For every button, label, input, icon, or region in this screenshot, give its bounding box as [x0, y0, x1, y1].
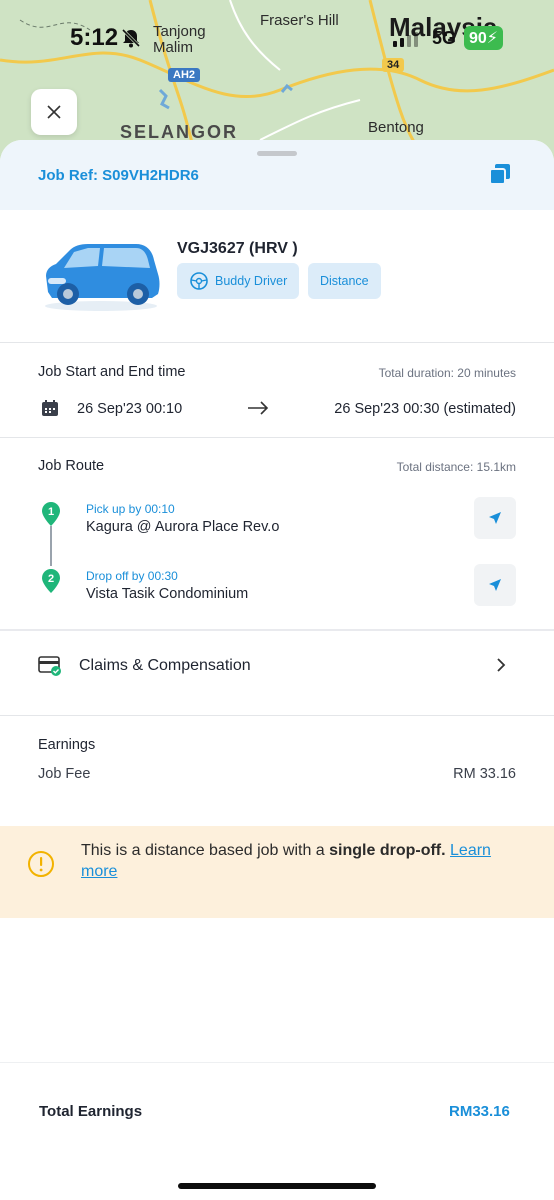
pickup-navigate-button[interactable] [474, 497, 516, 539]
car-icon [40, 240, 162, 317]
map-label-tanjong-malim: Tanjong Malim [153, 23, 206, 56]
calendar-icon [41, 399, 59, 422]
battery-indicator: 90⚡ [464, 26, 504, 50]
steering-wheel-icon [190, 272, 208, 290]
arrow-right-icon [247, 401, 269, 420]
total-earnings-footer: Total Earnings RM33.16 [0, 1062, 554, 1200]
chip-buddy-driver: Buddy Driver [177, 263, 300, 299]
charging-icon: ⚡ [486, 30, 499, 47]
total-earnings-label: Total Earnings [39, 1103, 143, 1120]
bell-muted-icon [121, 28, 141, 53]
job-fee-label: Job Fee [38, 766, 91, 782]
battery-level: 90 [469, 30, 487, 47]
close-icon [47, 105, 61, 119]
map-label-frasers-hill: Fraser's Hill [260, 12, 339, 29]
dropoff-name: Vista Tasik Condominium [86, 586, 249, 602]
status-time: 5:12 [70, 24, 119, 51]
pickup-label: Pick up by 00:10 [86, 502, 175, 516]
notice-text-bold: single drop-off. [329, 842, 446, 859]
route-line [50, 526, 52, 566]
claims-label: Claims & Compensation [79, 657, 251, 674]
route-section-title: Job Route [38, 458, 105, 474]
distance-job-notice: This is a distance based job with a sing… [0, 826, 554, 918]
pickup-name: Kagura @ Aurora Place Rev.o [86, 519, 280, 535]
total-earnings-value: RM33.16 [449, 1103, 510, 1120]
job-time-section: Job Start and End time Total duration: 2… [0, 343, 554, 438]
total-duration: Total duration: 20 minutes [378, 366, 516, 380]
total-distance: Total distance: 15.1km [396, 460, 516, 474]
job-route-section: Job Route Total distance: 15.1km 1 2 Pic… [0, 438, 554, 631]
notice-text: This is a distance based job with a sing… [81, 840, 531, 882]
notice-text-prefix: This is a distance based job with a [81, 842, 330, 859]
chip-distance: Distance [308, 263, 381, 299]
vehicle-section: VGJ3627 (HRV ) Buddy Driver Distance [0, 210, 554, 343]
close-button[interactable] [31, 89, 77, 135]
map-label-bentong: Bentong [368, 119, 424, 136]
dropoff-label: Drop off by 00:30 [86, 569, 178, 583]
map-shield-ah2: AH2 [168, 68, 201, 82]
chip-label: Buddy Driver [215, 274, 288, 288]
pin-number: 1 [48, 506, 54, 518]
signal-icon [393, 32, 418, 47]
chevron-right-icon [496, 657, 506, 678]
sheet-grabber[interactable] [257, 151, 297, 156]
pin-number: 2 [48, 573, 54, 585]
time-section-title: Job Start and End time [38, 364, 186, 380]
navigation-arrow-icon [489, 579, 501, 591]
network-type: 5G [432, 28, 457, 48]
card-check-icon [38, 655, 62, 682]
job-fee-value: RM 33.16 [453, 766, 516, 782]
copy-icon[interactable] [489, 163, 511, 190]
home-indicator[interactable] [178, 1183, 376, 1189]
map-shield-34: 34 [382, 58, 405, 72]
vehicle-plate: VGJ3627 (HRV ) [177, 240, 298, 257]
job-start-time: 26 Sep'23 00:10 [77, 401, 183, 417]
claims-compensation-row[interactable]: Claims & Compensation [0, 631, 554, 716]
dropoff-navigate-button[interactable] [474, 564, 516, 606]
navigation-arrow-icon [489, 512, 501, 524]
earnings-section: Earnings Job Fee RM 33.16 [0, 716, 554, 826]
job-ref: Job Ref: S09VH2HDR6 [38, 167, 199, 184]
chip-label: Distance [320, 274, 369, 288]
job-ref-bar: Job Ref: S09VH2HDR6 [0, 140, 554, 210]
earnings-title: Earnings [38, 737, 96, 753]
job-end-time: 26 Sep'23 00:30 (estimated) [334, 401, 516, 417]
dropoff-pin-icon: 2 [40, 568, 62, 599]
job-details-sheet: Job Ref: S09VH2HDR6 VGJ3627 (HRV ) Buddy… [0, 140, 554, 1200]
warning-icon [27, 850, 55, 883]
